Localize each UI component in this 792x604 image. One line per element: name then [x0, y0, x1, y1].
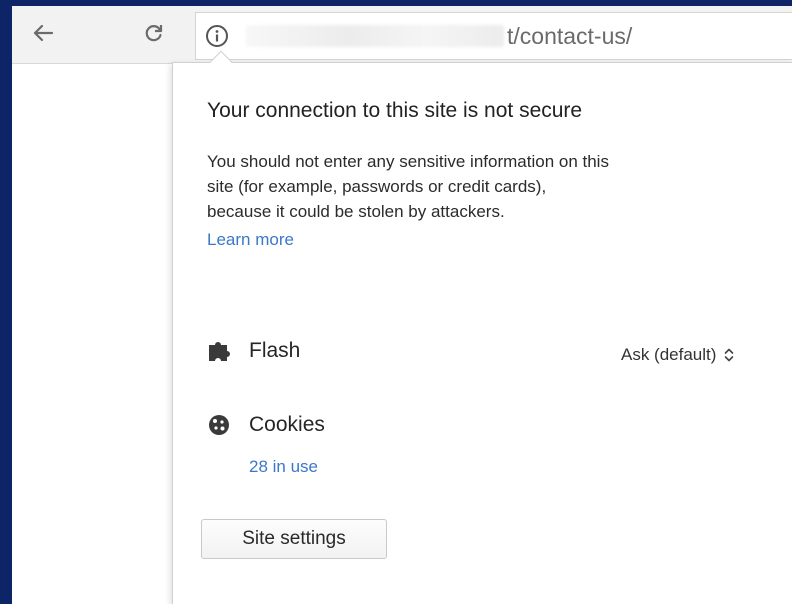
chevron-updown-icon: [724, 347, 734, 363]
browser-toolbar: t/contact-us/: [12, 6, 792, 64]
site-info-button[interactable]: [202, 21, 232, 51]
address-bar[interactable]: t/contact-us/: [195, 12, 792, 60]
arrow-left-icon: [33, 24, 54, 42]
cookies-label: Cookies: [249, 413, 325, 436]
description-line: because it could be stolen by attackers.: [207, 202, 505, 221]
url-obscured-region: [246, 25, 504, 47]
description-line: You should not enter any sensitive infor…: [207, 152, 609, 171]
flash-permission-row: Flash: [207, 339, 300, 363]
info-circle-icon: [206, 25, 228, 47]
site-settings-button[interactable]: Site settings: [201, 519, 387, 559]
flash-permission-select[interactable]: Ask (default): [621, 345, 734, 365]
learn-more-link[interactable]: Learn more: [207, 230, 294, 250]
flash-label: Flash: [249, 339, 301, 362]
back-button[interactable]: [28, 18, 58, 48]
cookie-icon: [207, 413, 231, 437]
reload-icon: [145, 25, 163, 42]
cookies-permission-row: Cookies: [207, 413, 325, 437]
security-description: You should not enter any sensitive infor…: [207, 149, 787, 224]
flash-permission-value: Ask (default): [621, 345, 717, 364]
popup-title: Your connection to this site is not secu…: [207, 99, 583, 122]
description-line: site (for example, passwords or credit c…: [207, 177, 547, 196]
site-info-popup: Your connection to this site is not secu…: [172, 50, 792, 604]
browser-window: t/contact-us/ Your connection to this si…: [12, 6, 792, 604]
puzzle-piece-icon: [207, 339, 231, 363]
reload-button[interactable]: [139, 18, 169, 48]
url-text: t/contact-us/: [507, 23, 633, 49]
cookies-in-use-link[interactable]: 28 in use: [249, 457, 318, 477]
